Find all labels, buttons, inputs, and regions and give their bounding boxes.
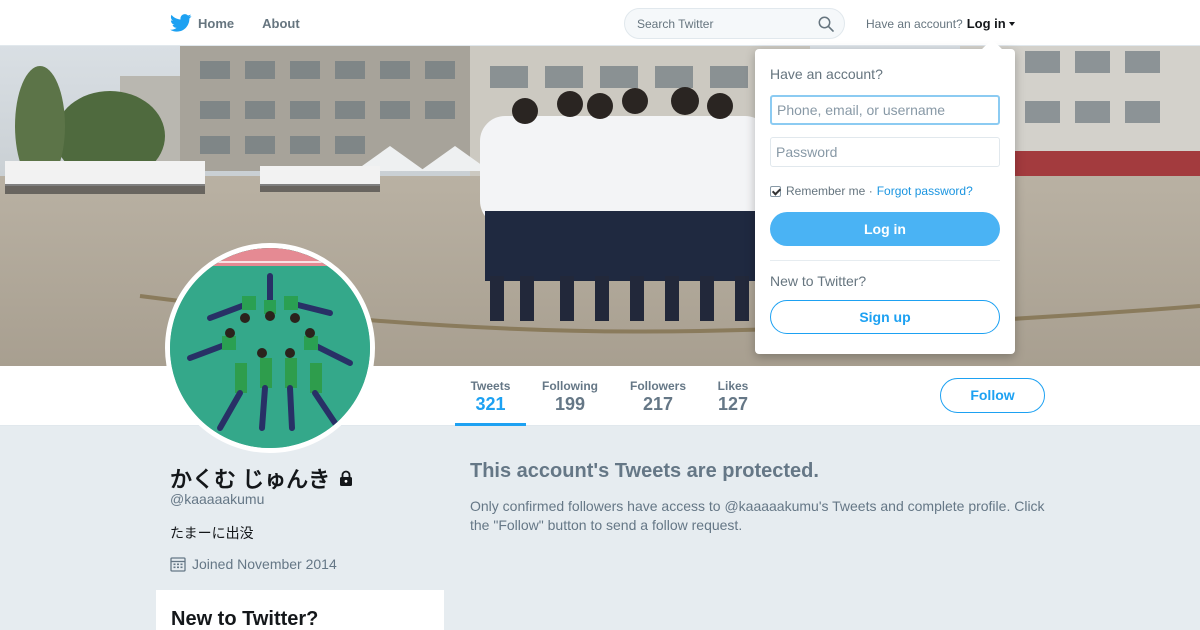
nav-home-link[interactable]: Home xyxy=(170,14,234,32)
profile-name-text: かくむ じゅんき xyxy=(170,467,331,492)
new-to-twitter-heading: New to Twitter? xyxy=(171,608,319,630)
login-link-label: Log in xyxy=(966,16,1006,31)
dropdown-login-button[interactable]: Log in xyxy=(770,212,1000,246)
nav-left: Home About xyxy=(170,0,328,46)
top-navigation-bar: Home About Have an account? Log in xyxy=(0,0,1200,46)
protected-title: This account's Tweets are protected. xyxy=(470,460,819,482)
calendar-icon xyxy=(170,557,186,572)
nav-home-label: Home xyxy=(198,15,235,31)
joined-text: Joined November 2014 xyxy=(192,556,337,572)
profile-bio: たまーに出没 xyxy=(170,525,254,541)
login-toggle[interactable]: Have an account? Log in xyxy=(866,16,1015,31)
remember-label: Remember me xyxy=(786,184,866,198)
lock-icon xyxy=(340,470,353,486)
forgot-password-link[interactable]: Forgot password? xyxy=(877,184,973,198)
nav-about-label: About xyxy=(262,15,300,31)
password-field[interactable] xyxy=(770,137,1000,167)
profile-joined: Joined November 2014 xyxy=(170,556,337,572)
login-dropdown: Have an account? Remember me · Forgot pa… xyxy=(755,39,1015,354)
stat-tweets-label: Tweets xyxy=(470,379,511,393)
follow-button[interactable]: Follow xyxy=(940,378,1045,413)
stat-likes[interactable]: Likes 127 xyxy=(710,366,756,426)
stat-followers-label: Followers xyxy=(629,379,686,393)
stat-following-label: Following xyxy=(542,379,598,393)
stat-likes-value: 127 xyxy=(717,394,749,414)
stat-followers[interactable]: Followers 217 xyxy=(623,366,693,426)
stat-tweets-value: 321 xyxy=(475,394,506,414)
twitter-bird-icon xyxy=(170,14,192,32)
search-box xyxy=(624,8,845,39)
have-account-text: Have an account? xyxy=(866,16,963,31)
nav-about-link[interactable]: About xyxy=(262,16,300,31)
signup-button[interactable]: Sign up xyxy=(770,300,1000,334)
protected-text: Only confirmed followers have access to … xyxy=(470,498,1045,533)
dropdown-divider xyxy=(770,260,1000,261)
profile-name: かくむ じゅんき xyxy=(170,462,354,494)
dropdown-new-text: New to Twitter? xyxy=(770,273,867,289)
search-icon[interactable] xyxy=(818,16,834,32)
caret-down-icon xyxy=(1008,21,1015,26)
stat-following-value: 199 xyxy=(554,394,586,414)
dropdown-title: Have an account? xyxy=(770,66,883,82)
username-field[interactable] xyxy=(770,95,1000,125)
profile-handle[interactable]: @kaaaaakumu xyxy=(170,491,264,507)
stat-followers-value: 217 xyxy=(642,394,674,414)
new-to-twitter-box: New to Twitter? xyxy=(156,590,444,630)
remember-checkbox[interactable] xyxy=(770,185,781,197)
avatar[interactable] xyxy=(165,243,375,453)
stat-tweets[interactable]: Tweets 321 xyxy=(455,366,526,426)
search-input[interactable] xyxy=(625,9,805,38)
stat-likes-label: Likes xyxy=(717,379,749,393)
separator-dot: · xyxy=(865,184,873,198)
remember-row: Remember me · Forgot password? xyxy=(770,184,973,198)
stat-following[interactable]: Following 199 xyxy=(535,366,605,426)
avatar-image xyxy=(170,248,370,448)
